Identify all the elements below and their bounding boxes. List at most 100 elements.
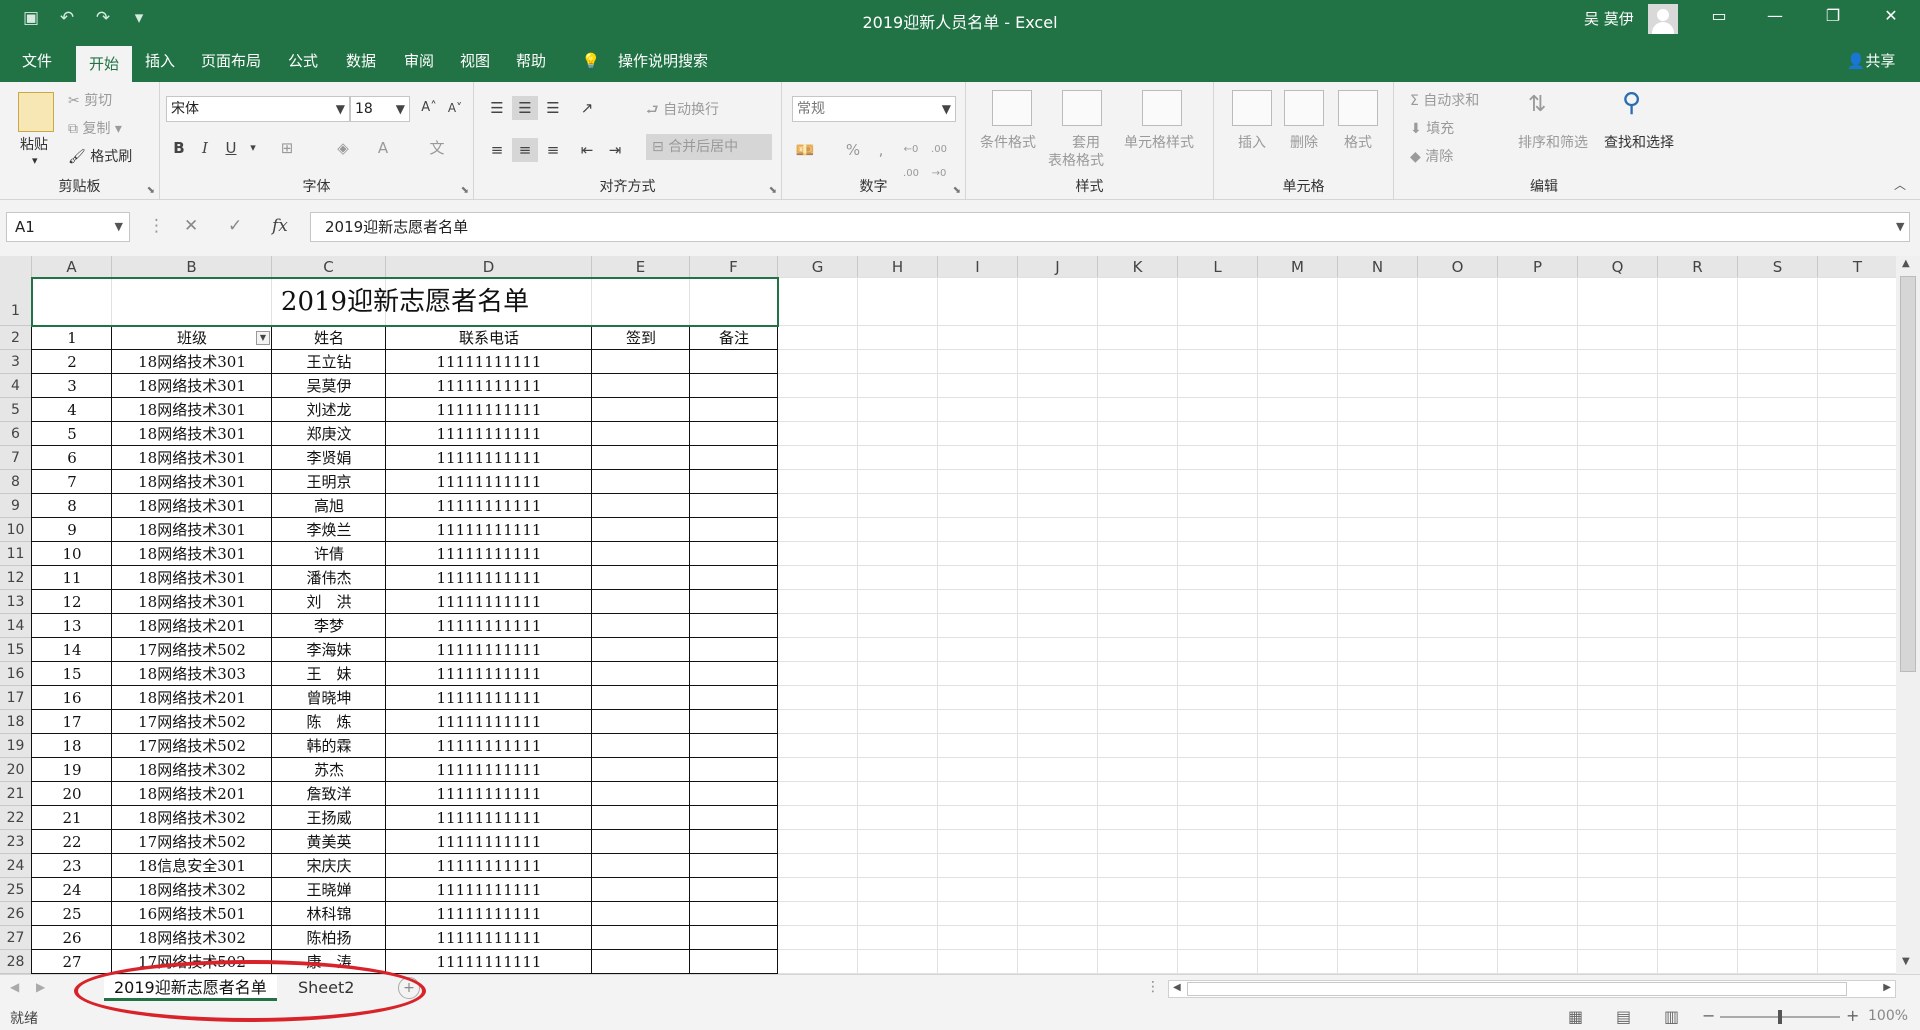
table-cell[interactable]: 11111111111 xyxy=(386,686,592,710)
row-header-1[interactable]: 1 xyxy=(0,278,32,326)
table-cell[interactable]: 13 xyxy=(32,614,112,638)
wrap-text-button[interactable]: 自动换行 xyxy=(663,102,719,118)
cell-styles-button[interactable]: 单元格样式 xyxy=(1124,132,1194,152)
table-cell[interactable]: 11111111111 xyxy=(386,830,592,854)
table-cell[interactable]: 4 xyxy=(32,398,112,422)
column-header-i[interactable]: I xyxy=(938,256,1018,278)
table-cell[interactable]: 王立钻 xyxy=(272,350,386,374)
table-cell[interactable]: 陈柏扬 xyxy=(272,926,386,950)
row-header-13[interactable]: 13 xyxy=(0,590,32,614)
format-painter-button[interactable]: 格式刷 xyxy=(90,149,132,165)
column-header-b[interactable]: B xyxy=(112,256,272,278)
row-header-9[interactable]: 9 xyxy=(0,494,32,518)
format-cells-button[interactable]: 格式 xyxy=(1344,132,1372,152)
paste-dropdown-icon[interactable]: ▾ xyxy=(32,154,38,167)
table-cell[interactable]: 18网络技术301 xyxy=(112,494,272,518)
table-cell[interactable]: 18网络技术301 xyxy=(112,398,272,422)
column-header-q[interactable]: Q xyxy=(1578,256,1658,278)
currency-icon[interactable]: 💴 xyxy=(792,138,818,162)
row-header-10[interactable]: 10 xyxy=(0,518,32,542)
table-cell[interactable]: 王 妹 xyxy=(272,662,386,686)
table-cell[interactable]: 王明京 xyxy=(272,470,386,494)
table-cell[interactable]: 17网络技术502 xyxy=(112,734,272,758)
table-cell[interactable]: 18网络技术201 xyxy=(112,782,272,806)
row-header-19[interactable]: 19 xyxy=(0,734,32,758)
autosum-button[interactable]: 自动求和 xyxy=(1423,93,1479,109)
table-cell[interactable]: 2 xyxy=(32,350,112,374)
grow-font-button[interactable]: A˄ xyxy=(416,96,442,120)
table-cell[interactable]: 11111111111 xyxy=(386,542,592,566)
table-cell[interactable]: 18网络技术302 xyxy=(112,878,272,902)
tab-review[interactable]: 审阅 xyxy=(398,40,440,82)
align-right-icon[interactable]: ≡ xyxy=(540,138,566,162)
table-cell[interactable]: 11111111111 xyxy=(386,782,592,806)
table-cell[interactable]: 14 xyxy=(32,638,112,662)
zoom-level[interactable]: 100% xyxy=(1868,1008,1908,1024)
table-cell[interactable]: 陈 炼 xyxy=(272,710,386,734)
row-header-22[interactable]: 22 xyxy=(0,806,32,830)
table-cell[interactable]: 16 xyxy=(32,686,112,710)
orientation-icon[interactable]: ↗ xyxy=(574,96,600,120)
table-cell[interactable]: 8 xyxy=(32,494,112,518)
table-cell[interactable]: 11111111111 xyxy=(386,926,592,950)
header-cell[interactable]: 签到 xyxy=(592,326,690,350)
table-cell[interactable]: 11111111111 xyxy=(386,638,592,662)
table-cell[interactable]: 17 xyxy=(32,710,112,734)
table-cell[interactable]: 26 xyxy=(32,926,112,950)
table-cell[interactable]: 王晓婵 xyxy=(272,878,386,902)
scroll-tabs-right-icon[interactable]: ▶ xyxy=(36,980,45,994)
number-format-select[interactable]: 常规 ▼ xyxy=(792,96,956,122)
row-header-7[interactable]: 7 xyxy=(0,446,32,470)
column-header-h[interactable]: H xyxy=(858,256,938,278)
table-cell[interactable]: 李焕兰 xyxy=(272,518,386,542)
shrink-font-button[interactable]: A˅ xyxy=(442,96,468,120)
zoom-in-icon[interactable]: + xyxy=(1846,1006,1859,1025)
table-cell[interactable]: 18网络技术301 xyxy=(112,470,272,494)
table-cell[interactable]: 27 xyxy=(32,950,112,974)
table-cell[interactable]: 23 xyxy=(32,854,112,878)
table-cell[interactable]: 李海妹 xyxy=(272,638,386,662)
table-cell[interactable]: 11111111111 xyxy=(386,374,592,398)
tab-data[interactable]: 数据 xyxy=(340,40,382,82)
table-cell[interactable]: 18网络技术301 xyxy=(112,590,272,614)
scroll-left-icon[interactable]: ◀ xyxy=(1173,982,1181,993)
header-cell[interactable]: 班级 xyxy=(112,326,272,350)
insert-function-button[interactable]: fx xyxy=(272,216,288,236)
table-cell[interactable]: 18网络技术302 xyxy=(112,926,272,950)
splitter-icon[interactable]: ⋮ xyxy=(1146,979,1160,995)
hscroll-thumb[interactable] xyxy=(1187,982,1847,996)
table-cell[interactable]: 5 xyxy=(32,422,112,446)
table-cell[interactable]: 郑庚汶 xyxy=(272,422,386,446)
tell-me-search[interactable]: 操作说明搜索 xyxy=(608,40,718,82)
header-cell[interactable]: 备注 xyxy=(690,326,778,350)
table-cell[interactable]: 18网络技术201 xyxy=(112,686,272,710)
cut-button[interactable]: 剪切 xyxy=(84,93,112,109)
row-header-12[interactable]: 12 xyxy=(0,566,32,590)
row-header-5[interactable]: 5 xyxy=(0,398,32,422)
scroll-down-icon[interactable]: ▼ xyxy=(1902,956,1910,967)
table-cell[interactable]: 李贤娟 xyxy=(272,446,386,470)
row-header-26[interactable]: 26 xyxy=(0,902,32,926)
table-cell[interactable]: 王扬威 xyxy=(272,806,386,830)
table-cell[interactable]: 11111111111 xyxy=(386,734,592,758)
table-cell[interactable]: 18网络技术301 xyxy=(112,566,272,590)
column-header-m[interactable]: M xyxy=(1258,256,1338,278)
table-cell[interactable]: 11111111111 xyxy=(386,878,592,902)
horizontal-scrollbar[interactable]: ◀ ▶ xyxy=(1168,980,1896,998)
row-header-27[interactable]: 27 xyxy=(0,926,32,950)
decrease-decimal-button[interactable]: .00 →0 xyxy=(926,138,952,179)
column-header-p[interactable]: P xyxy=(1498,256,1578,278)
row-header-18[interactable]: 18 xyxy=(0,710,32,734)
fill-color-icon[interactable]: ◈ xyxy=(330,136,356,160)
table-cell[interactable]: 11111111111 xyxy=(386,614,592,638)
table-cell[interactable]: 刘述龙 xyxy=(272,398,386,422)
table-cell[interactable]: 18网络技术301 xyxy=(112,350,272,374)
column-header-t[interactable]: T xyxy=(1818,256,1898,278)
table-cell[interactable]: 16网络技术501 xyxy=(112,902,272,926)
cancel-icon[interactable]: ✕ xyxy=(184,216,198,236)
column-header-g[interactable]: G xyxy=(778,256,858,278)
table-cell[interactable]: 11111111111 xyxy=(386,446,592,470)
align-bottom-icon[interactable]: ☰ xyxy=(540,96,566,120)
restore-icon[interactable]: ❐ xyxy=(1818,6,1848,25)
dialog-launcher-icon[interactable]: ⬊ xyxy=(461,185,469,196)
